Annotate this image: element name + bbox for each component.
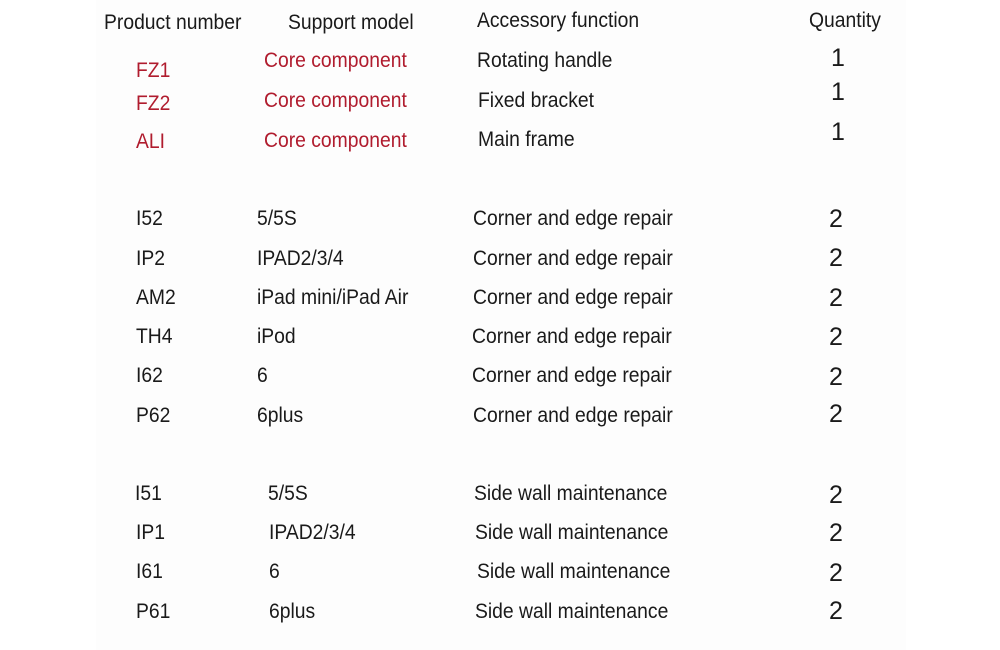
support-model: IPAD2/3/4 [257,247,344,270]
quantity: 2 [829,481,843,509]
support-model: iPad mini/iPad Air [257,286,409,309]
support-model: IPAD2/3/4 [269,521,356,544]
product-number: TH4 [136,325,173,348]
quantity: 2 [829,244,843,272]
product-number: IP2 [136,247,166,270]
accessory-function: Corner and edge repair [473,207,673,230]
header-product-number: Product number [104,11,242,34]
accessory-function: Side wall maintenance [475,521,669,544]
quantity: 2 [829,323,843,351]
accessory-function: Main frame [478,128,575,151]
header-quantity: Quantity [809,9,881,32]
accessory-function: Side wall maintenance [475,600,669,623]
support-model: Core component [264,129,407,152]
quantity: 2 [829,597,843,625]
product-number: I62 [136,364,163,387]
quantity: 2 [829,400,843,428]
quantity: 2 [829,363,843,391]
accessory-function: Corner and edge repair [473,286,673,309]
support-model: Core component [264,49,407,72]
support-model: 6plus [269,600,316,623]
product-number: FZ2 [136,92,171,115]
support-model: 6plus [257,404,304,427]
header-accessory-function: Accessory function [477,9,640,32]
product-number: ALI [136,130,166,153]
accessory-function: Corner and edge repair [473,247,673,270]
support-model: iPod [257,325,296,348]
quantity: 2 [829,284,843,312]
product-number: I51 [135,482,162,505]
product-number: I61 [136,560,163,583]
quantity: 2 [829,559,843,587]
accessory-function: Corner and edge repair [473,404,673,427]
product-number: AM2 [136,286,176,309]
quantity: 1 [831,118,845,146]
accessory-function: Side wall maintenance [474,482,668,505]
quantity: 2 [829,205,843,233]
accessory-function: Corner and edge repair [472,325,672,348]
quantity: 1 [831,44,845,72]
support-model: 5/5S [257,207,297,230]
accessory-function: Corner and edge repair [472,364,672,387]
quantity: 2 [829,519,843,547]
product-number: I52 [136,207,163,230]
accessory-function: Rotating handle [477,49,613,72]
quantity: 1 [831,78,845,106]
product-number: P62 [136,404,171,427]
header-support-model: Support model [288,11,414,34]
accessory-function: Side wall maintenance [477,560,671,583]
product-number: P61 [136,600,171,623]
product-number: IP1 [136,521,166,544]
accessory-function: Fixed bracket [478,89,594,112]
support-model: 6 [269,560,280,583]
product-number: FZ1 [136,59,171,82]
support-model: 6 [257,364,268,387]
support-model: 5/5S [268,482,308,505]
support-model: Core component [264,89,407,112]
